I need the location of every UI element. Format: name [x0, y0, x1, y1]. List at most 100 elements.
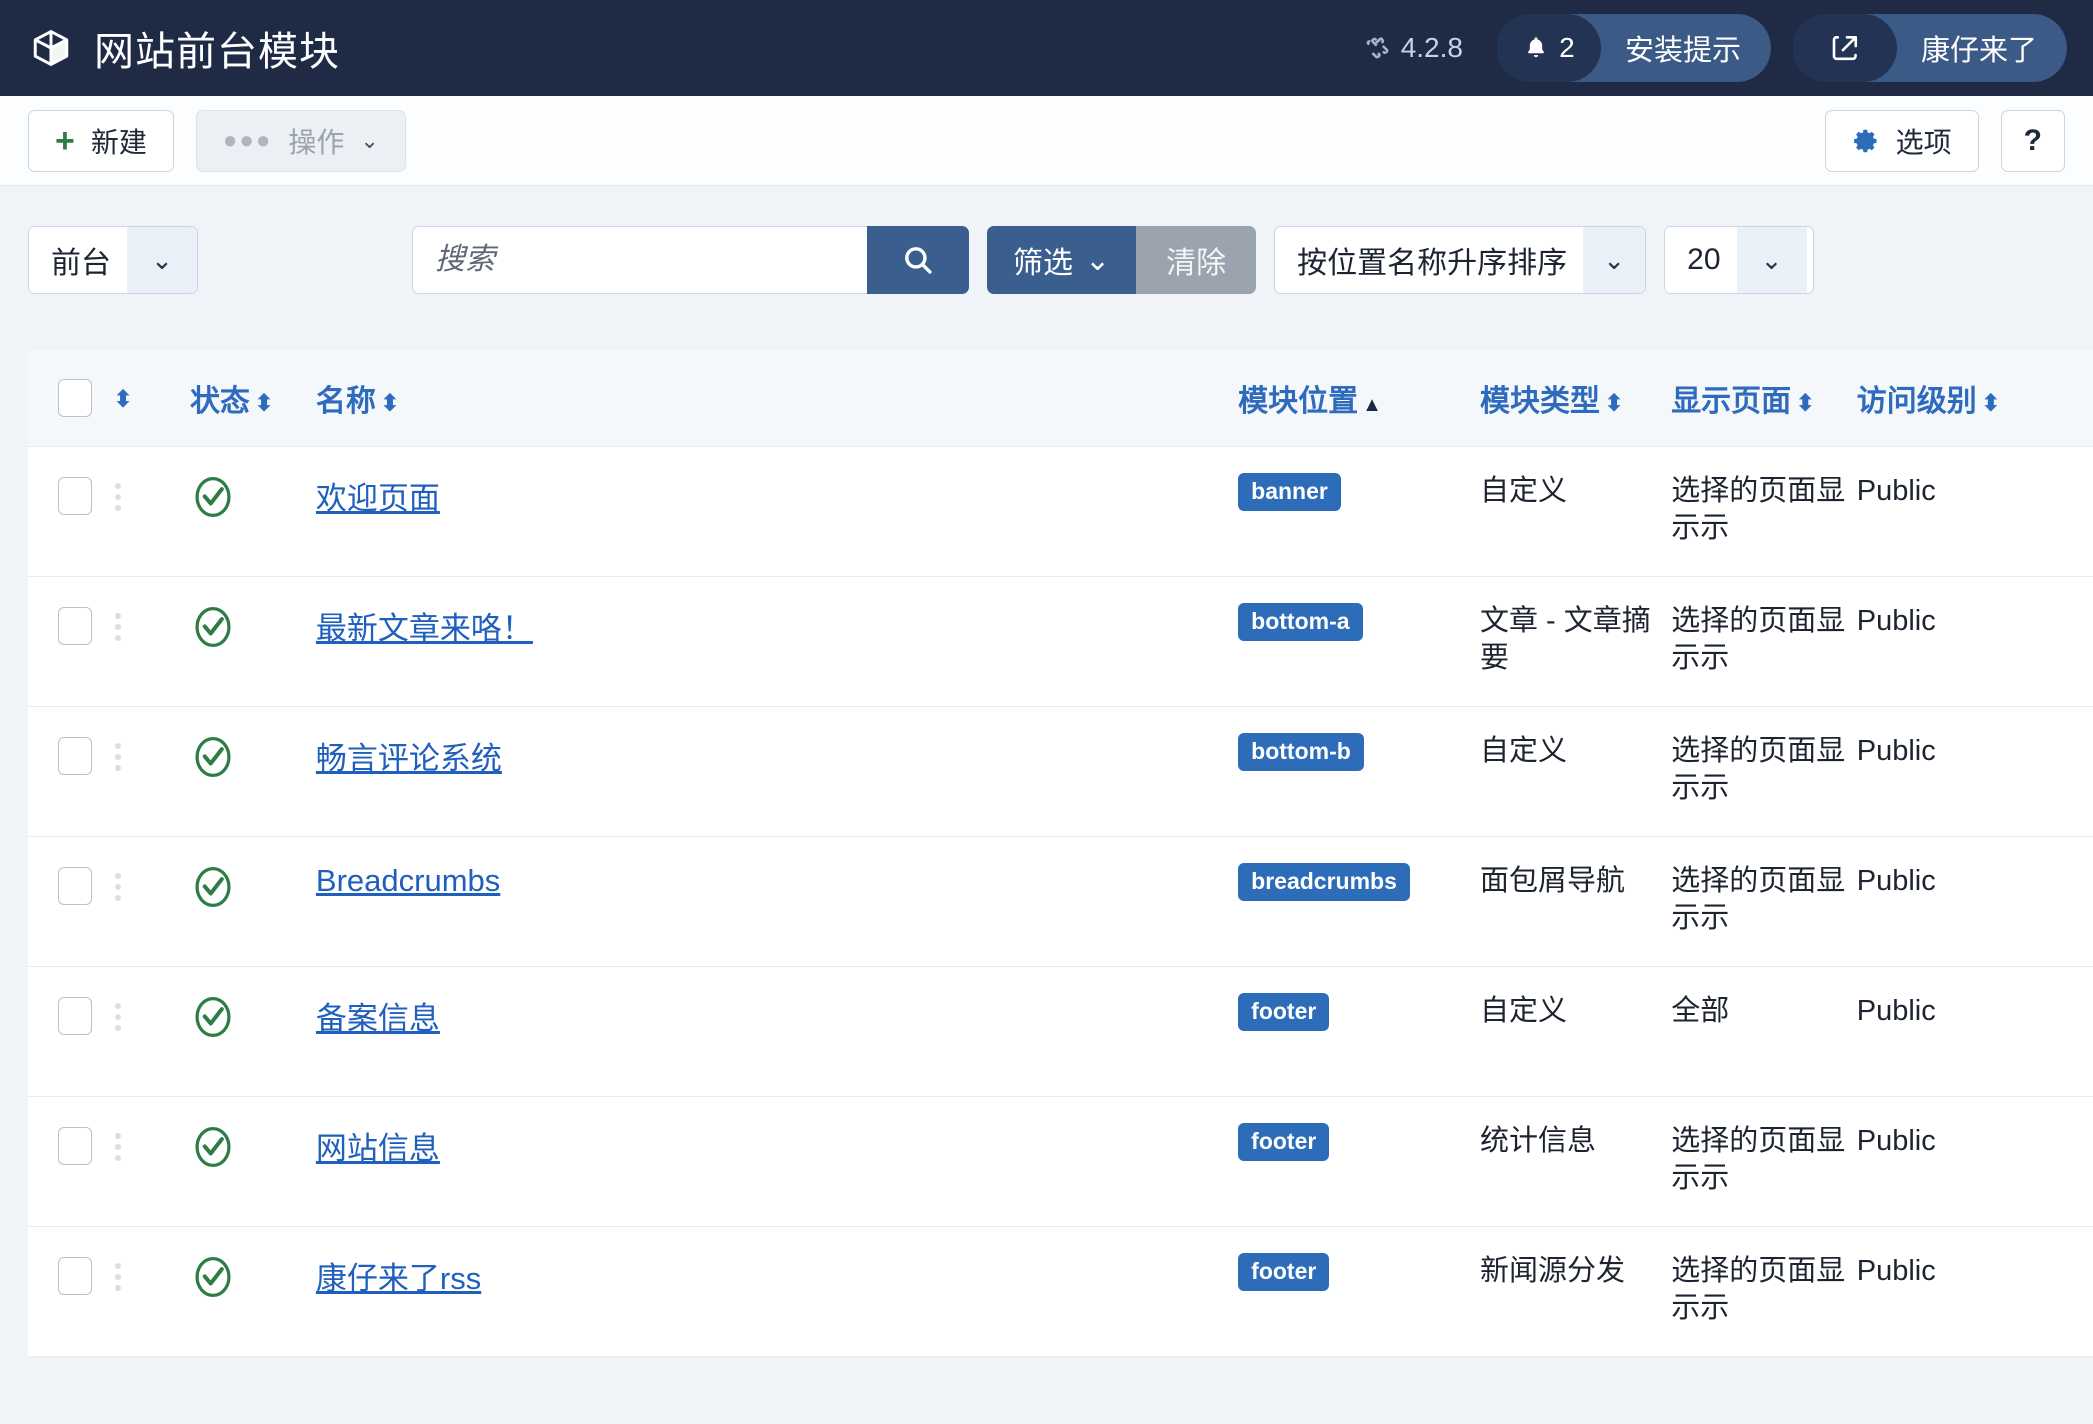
module-name-link[interactable]: 康仔来了rss: [316, 1261, 481, 1296]
page-title: 网站前台模块: [94, 30, 340, 74]
row-checkbox[interactable]: [58, 477, 92, 515]
client-select[interactable]: 前台 ⌄: [28, 226, 198, 294]
search-input[interactable]: [412, 226, 867, 294]
list-limit-select[interactable]: 20 ⌄: [1664, 226, 1815, 294]
position-badge[interactable]: bottom-a: [1238, 603, 1363, 641]
table-row: Breadcrumbs breadcrumbs 面包屑导航 选择的页面显示示 P…: [28, 836, 2093, 967]
position-badge[interactable]: footer: [1238, 1123, 1330, 1161]
options-button[interactable]: 选项: [1824, 109, 1979, 172]
actions-button[interactable]: ●●● 操作 ⌄: [195, 109, 406, 172]
row-select-cell: [28, 706, 109, 837]
view-site-button[interactable]: 康仔来了: [1792, 14, 2067, 82]
chevron-down-icon: ⌄: [1085, 243, 1111, 277]
ellipsis-icon: ●●●: [222, 126, 273, 154]
brand: 网站前台模块: [30, 19, 340, 77]
search-button[interactable]: [867, 226, 969, 294]
row-drag-cell: [108, 966, 190, 1097]
filter-toggle-button[interactable]: 筛选 ⌄: [987, 226, 1137, 294]
row-access-cell: Public: [1856, 446, 2093, 577]
th-status-label: 状态: [189, 385, 250, 418]
table-head: ⬍ 状态 ⬍ 名称 ⬍ 模块位置 ▲ 模块类型 ⬍ 显示页面 ⬍ 访问级别 ⬍: [28, 350, 2093, 447]
row-checkbox[interactable]: [58, 1127, 92, 1165]
drag-handle-icon[interactable]: [109, 1003, 127, 1031]
select-all-checkbox[interactable]: [58, 379, 92, 417]
row-status-cell: [189, 576, 316, 707]
position-badge[interactable]: bottom-b: [1238, 733, 1364, 771]
sort-select[interactable]: 按位置名称升序排序 ⌄: [1274, 226, 1647, 294]
view-site-icon-badge[interactable]: [1792, 14, 1897, 82]
row-select-cell: [28, 446, 109, 577]
position-badge[interactable]: footer: [1238, 993, 1330, 1031]
check-circle-icon[interactable]: [190, 1251, 236, 1303]
drag-handle-icon[interactable]: [109, 483, 127, 511]
th-name[interactable]: 名称 ⬍: [315, 350, 1239, 447]
check-circle-icon[interactable]: [190, 731, 236, 783]
th-pages[interactable]: 显示页面 ⬍: [1671, 350, 1857, 447]
position-badge[interactable]: banner: [1238, 473, 1341, 511]
row-status-cell: [189, 836, 316, 967]
position-badge[interactable]: footer: [1238, 1253, 1330, 1291]
th-pages-label: 显示页面: [1671, 385, 1792, 418]
row-select-cell: [28, 576, 109, 707]
drag-handle-icon[interactable]: [109, 873, 127, 901]
row-drag-cell: [108, 1096, 190, 1227]
action-toolbar: + 新建 ●●● 操作 ⌄ 选项 ?: [0, 96, 2093, 186]
row-name-cell: 畅言评论系统: [315, 706, 1239, 837]
row-status-cell: [189, 1096, 316, 1227]
module-name-link[interactable]: 网站信息: [316, 1131, 440, 1166]
position-badge[interactable]: breadcrumbs: [1238, 863, 1410, 901]
check-circle-icon[interactable]: [190, 1121, 236, 1173]
check-circle-icon[interactable]: [190, 861, 236, 913]
row-position-cell: bottom-a: [1238, 576, 1480, 707]
row-name-cell: Breadcrumbs: [315, 836, 1239, 967]
th-ordering[interactable]: ⬍: [108, 350, 190, 447]
module-name-link[interactable]: 欢迎页面: [316, 481, 440, 516]
row-checkbox[interactable]: [58, 607, 92, 645]
new-button-label: 新建: [90, 126, 147, 158]
row-pages-cell: 选择的页面显示示: [1671, 1096, 1857, 1227]
row-checkbox[interactable]: [58, 1257, 92, 1295]
sort-icon: ⬍: [379, 390, 401, 417]
th-access[interactable]: 访问级别 ⬍: [1856, 350, 2093, 447]
notifications-button[interactable]: 2 安装提示: [1496, 14, 1771, 82]
module-name-link[interactable]: Breadcrumbs: [316, 863, 500, 898]
check-circle-icon[interactable]: [190, 471, 236, 523]
th-access-label: 访问级别: [1856, 385, 1977, 418]
module-name-link[interactable]: 备案信息: [316, 1001, 440, 1036]
table-row: 康仔来了rss footer 新闻源分发 选择的页面显示示 Public: [28, 1226, 2093, 1357]
check-circle-icon[interactable]: [190, 991, 236, 1043]
row-checkbox[interactable]: [58, 737, 92, 775]
app-header: 网站前台模块 4.2.8 2 安装提示 康仔来了: [0, 0, 2093, 96]
module-name-link[interactable]: 畅言评论系统: [316, 741, 502, 776]
module-name-link[interactable]: 最新文章来咯！: [316, 611, 533, 646]
module-list-container: ⬍ 状态 ⬍ 名称 ⬍ 模块位置 ▲ 模块类型 ⬍ 显示页面 ⬍ 访问级别 ⬍ …: [0, 350, 2093, 1357]
drag-handle-icon[interactable]: [109, 1133, 127, 1161]
module-access: Public: [1856, 865, 1936, 897]
row-status-cell: [189, 1226, 316, 1357]
search-group: [412, 226, 969, 294]
table-row: 最新文章来咯！ bottom-a 文章 - 文章摘要 选择的页面显示示 Publ…: [28, 576, 2093, 707]
drag-handle-icon[interactable]: [109, 743, 127, 771]
row-pages-cell: 选择的页面显示示: [1671, 836, 1857, 967]
module-pages: 选择的页面显示示: [1671, 735, 1846, 805]
notification-count-badge[interactable]: 2: [1496, 14, 1601, 82]
clear-filters-button[interactable]: 清除: [1136, 226, 1257, 294]
th-status[interactable]: 状态 ⬍: [189, 350, 316, 447]
th-type[interactable]: 模块类型 ⬍: [1479, 350, 1672, 447]
row-checkbox[interactable]: [58, 867, 92, 905]
check-circle-icon[interactable]: [190, 601, 236, 653]
row-access-cell: Public: [1856, 966, 2093, 1097]
external-link-icon: [1830, 33, 1860, 63]
row-name-cell: 网站信息: [315, 1096, 1239, 1227]
row-select-cell: [28, 966, 109, 1097]
row-access-cell: Public: [1856, 836, 2093, 967]
module-access: Public: [1856, 605, 1936, 637]
drag-handle-icon[interactable]: [109, 1263, 127, 1291]
th-position[interactable]: 模块位置 ▲: [1238, 350, 1480, 447]
row-checkbox[interactable]: [58, 997, 92, 1035]
cube-icon: [30, 26, 72, 70]
new-button[interactable]: + 新建: [28, 109, 174, 172]
help-button[interactable]: ?: [2000, 109, 2065, 172]
th-type-label: 模块类型: [1479, 385, 1600, 418]
drag-handle-icon[interactable]: [109, 613, 127, 641]
